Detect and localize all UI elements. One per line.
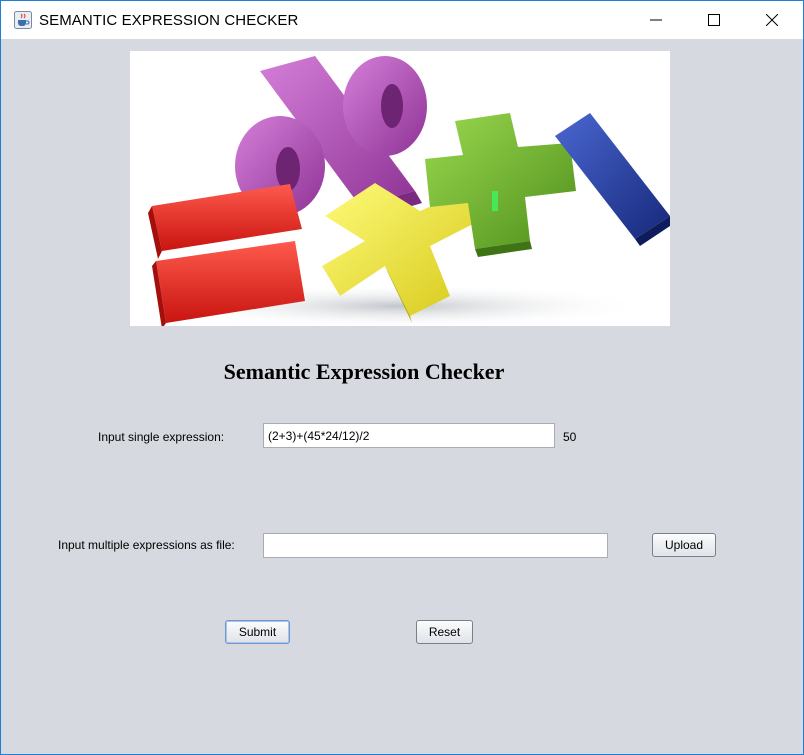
file-path-input[interactable] xyxy=(263,533,608,558)
minimize-button[interactable] xyxy=(627,1,685,39)
math-symbols-illustration xyxy=(148,56,670,329)
single-expression-result: 50 xyxy=(563,430,577,444)
maximize-button[interactable] xyxy=(685,1,743,39)
window-title: SEMANTIC EXPRESSION CHECKER xyxy=(39,12,299,29)
close-icon xyxy=(766,14,778,26)
app-window: SEMANTIC EXPRESSION CHECKER Semantic Exp… xyxy=(0,0,804,755)
page-title: Semantic Expression Checker xyxy=(223,359,505,384)
multiple-expressions-label: Input multiple expressions as file: xyxy=(58,538,235,552)
reset-button[interactable]: Reset xyxy=(416,620,473,644)
submit-button[interactable]: Submit xyxy=(225,620,290,644)
java-cup-icon xyxy=(14,11,32,29)
title-bar[interactable]: SEMANTIC EXPRESSION CHECKER xyxy=(1,1,803,39)
maximize-icon xyxy=(708,14,720,26)
equals-symbol xyxy=(148,184,305,329)
single-expression-input[interactable] xyxy=(263,423,555,448)
upload-button[interactable]: Upload xyxy=(652,533,716,557)
single-expression-label: Input single expression: xyxy=(98,430,225,444)
math-symbols-banner xyxy=(130,51,670,329)
minimize-icon xyxy=(650,19,662,21)
close-button[interactable] xyxy=(743,1,801,39)
